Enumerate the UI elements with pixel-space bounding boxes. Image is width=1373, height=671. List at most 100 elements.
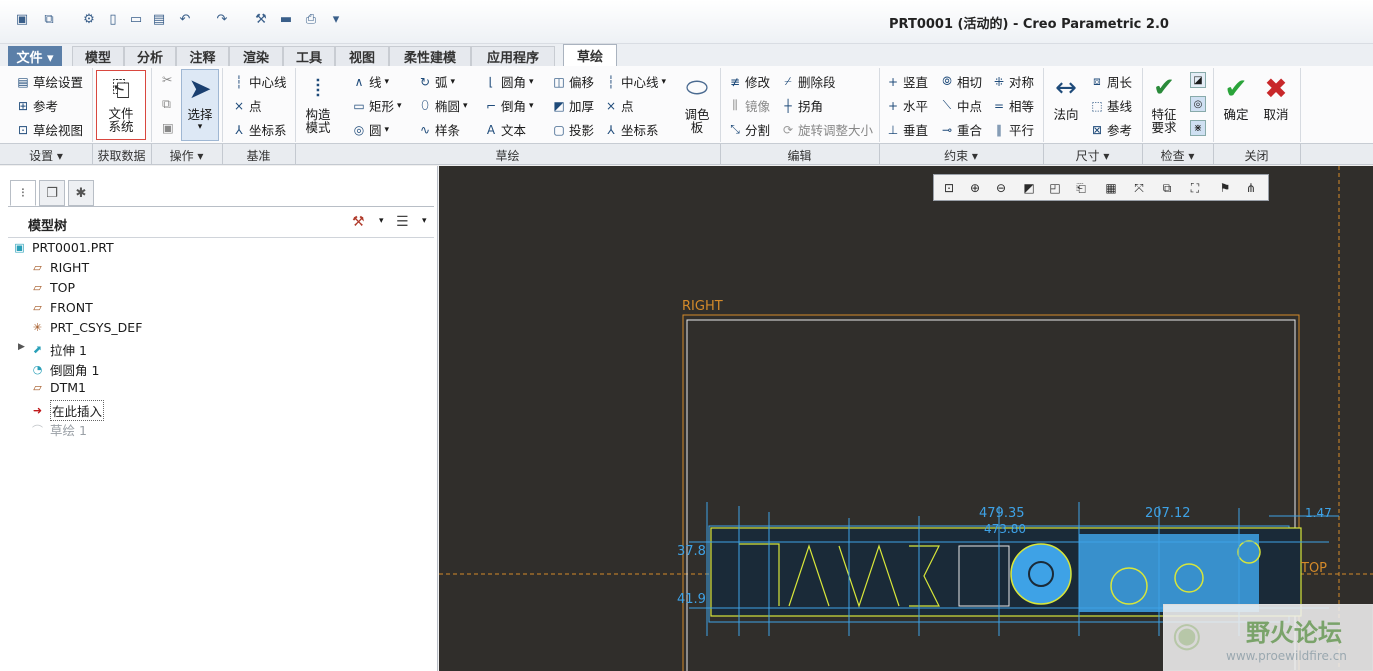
- tree-item-insert-here[interactable]: ➜ 在此插入: [30, 400, 105, 421]
- graphics-window[interactable]: ⊡ ⊕ ⊖ ◩ ◰ ⎗ ▦ ⤧ ⧉ ⛶ ⚑ ⋔ RIGHT TOP 479.35…: [439, 166, 1373, 671]
- offset-button[interactable]: ◫ 偏移: [552, 72, 594, 91]
- tab-sketch[interactable]: 草绘: [563, 44, 617, 66]
- close-window-icon[interactable]: ▬: [277, 10, 295, 28]
- line-button[interactable]: ∧ 线 ▾: [352, 72, 389, 91]
- corner-button[interactable]: ┼ 拐角: [781, 96, 823, 115]
- tab-render[interactable]: 渲染: [229, 46, 283, 66]
- settings-icon[interactable]: ⚒: [252, 10, 270, 28]
- sketch-setup-button[interactable]: ▤ 草绘设置: [16, 72, 83, 91]
- open-icon[interactable]: ▭: [127, 10, 145, 28]
- highlight-open-ends-icon[interactable]: ◪: [1190, 72, 1206, 88]
- chamfer-button[interactable]: ⌐ 倒角 ▾: [484, 96, 534, 115]
- palette-button[interactable]: ⬭ 调色 板: [678, 70, 716, 135]
- fillet-button[interactable]: ⌊ 圆角 ▾: [484, 72, 534, 91]
- dimension-label[interactable]: 473.80: [984, 522, 1026, 536]
- print-icon[interactable]: ⎙: [302, 10, 320, 28]
- regenerate-icon[interactable]: ⚙: [80, 10, 98, 28]
- model-tree-tab-icon[interactable]: ⁝: [10, 180, 36, 206]
- tree-item-top[interactable]: ▱ TOP: [30, 280, 75, 295]
- normal-dimension-button[interactable]: ↔ 法向: [1048, 70, 1084, 122]
- ok-button[interactable]: ✔ 确定: [1218, 70, 1254, 121]
- perimeter-button[interactable]: ⧈ 周长: [1090, 72, 1132, 91]
- sketch-centerline-button[interactable]: ┆ 中心线 ▾: [604, 72, 666, 91]
- construction-mode-button[interactable]: ⦙ 构造 模式: [300, 70, 336, 135]
- folder-browser-tab-icon[interactable]: ❐: [39, 180, 65, 206]
- save-icon[interactable]: ▤: [150, 10, 168, 28]
- tab-view[interactable]: 视图: [335, 46, 389, 66]
- tab-annotate[interactable]: 注释: [176, 46, 229, 66]
- tree-item-round[interactable]: ◔ 倒圆角 1: [30, 360, 100, 379]
- rotate-resize-button[interactable]: ⟳ 旋转调整大小: [781, 120, 873, 139]
- tab-flexible-modeling[interactable]: 柔性建模: [389, 46, 471, 66]
- cancel-button[interactable]: ✖ 取消: [1258, 70, 1294, 121]
- arc-button[interactable]: ↻ 弧 ▾: [418, 72, 455, 91]
- tangent-constraint-button[interactable]: ⦾ 相切: [940, 72, 982, 91]
- tree-settings-dropdown-icon[interactable]: ▾: [379, 216, 384, 226]
- feature-requirements-button[interactable]: ✔ 特征 要求: [1146, 70, 1182, 135]
- shade-closed-loops-icon[interactable]: ◎: [1190, 96, 1206, 112]
- equal-constraint-button[interactable]: = 相等: [992, 96, 1034, 115]
- tree-show-dropdown-icon[interactable]: ▾: [422, 216, 427, 226]
- favorites-tab-icon[interactable]: ✱: [68, 180, 94, 206]
- spline-button[interactable]: ∿ 样条: [418, 120, 460, 139]
- tree-item-sketch[interactable]: ⌒ 草绘 1: [30, 420, 87, 439]
- dimension-label[interactable]: 479.35: [979, 506, 1025, 521]
- new-model-icon[interactable]: ▣: [13, 10, 31, 28]
- datum-point-button[interactable]: × 点: [232, 96, 262, 115]
- project-button[interactable]: ▢ 投影: [552, 120, 594, 139]
- group-inspect[interactable]: 检查 ▾: [1142, 147, 1213, 164]
- mirror-button[interactable]: ⫼ 镜像: [728, 96, 770, 115]
- file-system-button[interactable]: ⎗ 文件 系统: [96, 70, 146, 140]
- perpendicular-constraint-button[interactable]: ⊥ 垂直: [886, 120, 928, 139]
- references-button[interactable]: ⊞ 参考: [16, 96, 58, 115]
- tree-item-front[interactable]: ▱ FRONT: [30, 300, 92, 315]
- group-setup[interactable]: 设置 ▾: [0, 147, 92, 164]
- tree-settings-icon[interactable]: ⚒: [352, 214, 365, 230]
- rectangle-button[interactable]: ▭ 矩形 ▾: [352, 96, 401, 115]
- baseline-button[interactable]: ⬚ 基线: [1090, 96, 1132, 115]
- dimension-label[interactable]: 1.47: [1305, 506, 1332, 520]
- redo-icon[interactable]: ↷: [213, 10, 231, 28]
- midpoint-constraint-button[interactable]: ⟍ 中点: [940, 96, 982, 115]
- parallel-constraint-button[interactable]: ∥ 平行: [992, 120, 1034, 139]
- copy-icon[interactable]: ⧉: [162, 96, 171, 112]
- tree-item-part[interactable]: ▣ PRT0001.PRT: [12, 240, 113, 255]
- delete-segment-button[interactable]: ⌿ 删除段: [781, 72, 835, 91]
- select-dropdown-icon[interactable]: ▾: [182, 121, 218, 134]
- sketch-view-button[interactable]: ⊡ 草绘视图: [16, 120, 83, 139]
- datum-centerline-button[interactable]: ┆ 中心线: [232, 72, 286, 91]
- sketch-point-button[interactable]: × 点: [604, 96, 634, 115]
- tree-show-icon[interactable]: ☰: [396, 214, 409, 230]
- overlapping-geometry-icon[interactable]: ⋇: [1190, 120, 1206, 136]
- window-icon[interactable]: ⧉: [40, 10, 58, 28]
- cut-icon[interactable]: ✂: [162, 72, 172, 87]
- divide-button[interactable]: ⤡ 分割: [728, 120, 770, 139]
- thicken-button[interactable]: ◩ 加厚: [552, 96, 594, 115]
- tab-applications[interactable]: 应用程序: [471, 46, 555, 66]
- dimension-label[interactable]: 37.8: [677, 544, 706, 559]
- customize-icon[interactable]: ▾: [327, 10, 345, 28]
- ellipse-button[interactable]: ⬯ 椭圆 ▾: [418, 96, 467, 115]
- tree-item-extrude[interactable]: ⬈ 拉伸 1: [30, 340, 87, 359]
- circle-button[interactable]: ◎ 圆 ▾: [352, 120, 389, 139]
- horizontal-constraint-button[interactable]: + 水平: [886, 96, 928, 115]
- group-constrain[interactable]: 约束 ▾: [879, 147, 1043, 164]
- tree-item-dtm1[interactable]: ▱ DTM1: [30, 380, 86, 395]
- undo-icon[interactable]: ↶: [176, 10, 194, 28]
- modify-button[interactable]: ≢ 修改: [728, 72, 770, 91]
- select-button[interactable]: ➤ 选择 ▾: [181, 69, 219, 141]
- dimension-reference-button[interactable]: ⊠ 参考: [1090, 120, 1132, 139]
- dimension-label[interactable]: 41.9: [677, 592, 706, 607]
- dimension-label[interactable]: 207.12: [1145, 506, 1191, 521]
- symmetric-constraint-button[interactable]: ⁜ 对称: [992, 72, 1034, 91]
- vertical-constraint-button[interactable]: + 竖直: [886, 72, 928, 91]
- tab-file[interactable]: 文件 ▾: [8, 46, 62, 66]
- paste-icon[interactable]: ▣: [162, 120, 174, 135]
- datum-csys-button[interactable]: ⅄ 坐标系: [232, 120, 286, 139]
- tab-analysis[interactable]: 分析: [124, 46, 176, 66]
- group-dimension[interactable]: 尺寸 ▾: [1043, 147, 1142, 164]
- tree-item-right[interactable]: ▱ RIGHT: [30, 260, 89, 275]
- tab-tools[interactable]: 工具: [283, 46, 335, 66]
- text-button[interactable]: A 文本: [484, 120, 526, 139]
- coincident-constraint-button[interactable]: ⊸ 重合: [940, 120, 982, 139]
